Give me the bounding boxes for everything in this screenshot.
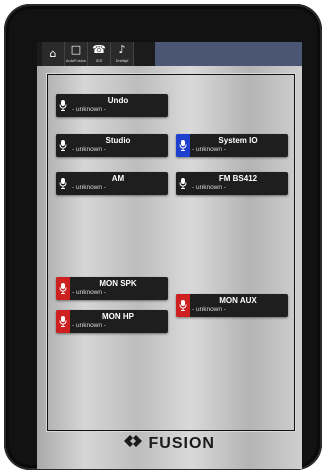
- channel-status: - unknown -: [72, 184, 106, 191]
- channel-name: MON SPK: [99, 279, 137, 288]
- mic-icon: [56, 172, 70, 195]
- square-icon: □: [70, 43, 82, 56]
- channel-system-io[interactable]: System IO - unknown -: [176, 134, 288, 157]
- channel-status: - unknown -: [192, 306, 226, 313]
- channel-am[interactable]: AM - unknown -: [56, 172, 168, 195]
- channel-name: Undo: [107, 96, 129, 105]
- fusion-logo: FUSION: [37, 434, 302, 454]
- channel-status: - unknown -: [72, 146, 106, 153]
- channel-undo[interactable]: Undo - unknown -: [56, 94, 168, 117]
- mic-icon: [56, 134, 70, 157]
- channel-mon-spk[interactable]: MON SPK - unknown -: [56, 277, 168, 300]
- fusion-logo-text: FUSION: [148, 434, 215, 452]
- channel-name: MON HP: [102, 312, 134, 321]
- channel-status: - unknown -: [72, 322, 106, 329]
- channel-name: System IO: [218, 136, 258, 145]
- tablet-bezel: ⌂ □ AutoFusion ☎ IDS ♪ Dreiltpf Undo - u…: [4, 4, 322, 470]
- channel-status: - unknown -: [72, 289, 106, 296]
- channel-studio[interactable]: Studio - unknown -: [56, 134, 168, 157]
- channel-status: - unknown -: [192, 146, 226, 153]
- channel-fm-bs412[interactable]: FM BS412 - unknown -: [176, 172, 288, 195]
- channel-status: - unknown -: [192, 184, 226, 191]
- touch-screen: ⌂ □ AutoFusion ☎ IDS ♪ Dreiltpf Undo - u…: [37, 42, 302, 469]
- dreiltpf-label: Dreiltpf: [115, 58, 129, 63]
- channel-name: MON AUX: [219, 296, 257, 305]
- channel-panel: [47, 74, 295, 431]
- channel-name: AM: [111, 174, 125, 183]
- channel-mon-aux[interactable]: MON AUX - unknown -: [176, 294, 288, 317]
- mic-icon: [56, 94, 70, 117]
- channel-name: Studio: [105, 136, 131, 145]
- music-note-icon: ♪: [118, 43, 126, 56]
- channel-name: FM BS412: [218, 174, 258, 183]
- fusion-logo-mark-icon: [124, 434, 143, 453]
- channel-mon-hp[interactable]: MON HP - unknown -: [56, 310, 168, 333]
- mic-icon: [176, 134, 190, 157]
- channel-status: - unknown -: [72, 106, 106, 113]
- mic-icon: [56, 310, 70, 333]
- phone-icon: ☎: [92, 43, 106, 56]
- mic-icon: [56, 277, 70, 300]
- mic-icon: [176, 172, 190, 195]
- dreiltpf-button[interactable]: ♪ Dreiltpf: [111, 42, 134, 66]
- mic-icon: [176, 294, 190, 317]
- navbar-accent: [155, 42, 302, 66]
- top-navbar: ⌂ □ AutoFusion ☎ IDS ♪ Dreiltpf: [37, 42, 302, 66]
